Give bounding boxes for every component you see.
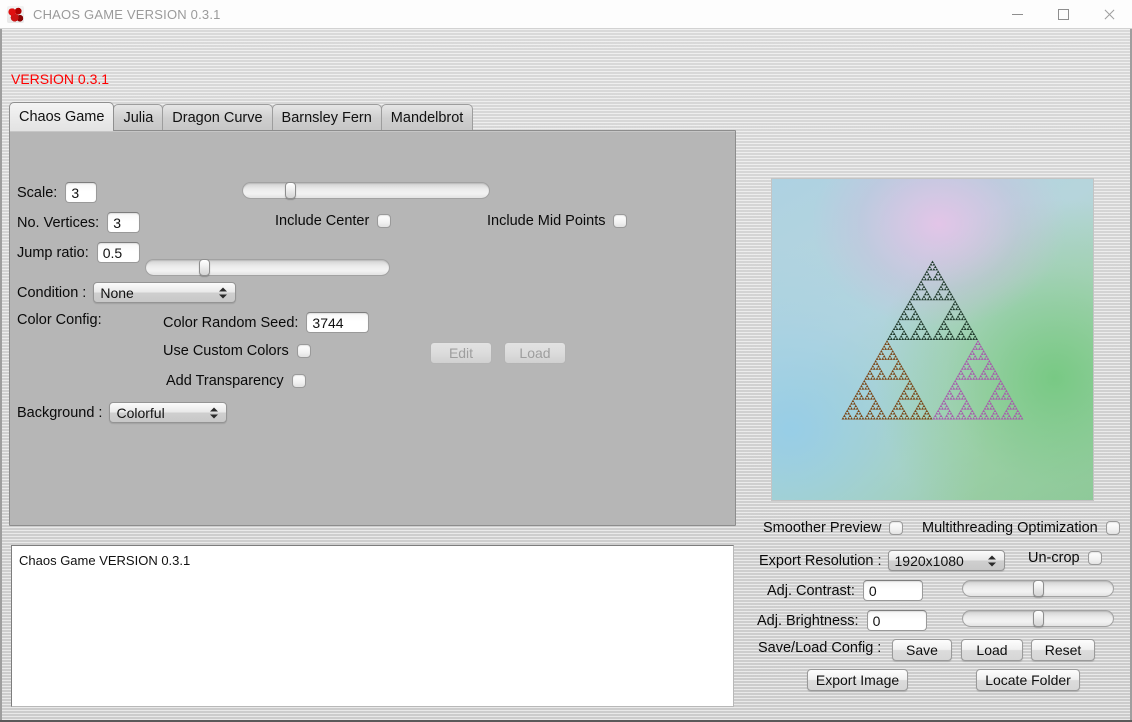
minimize-button[interactable] bbox=[994, 0, 1040, 29]
locate-folder-button[interactable]: Locate Folder bbox=[976, 669, 1080, 691]
contrast-slider-thumb[interactable] bbox=[1033, 580, 1044, 597]
multithreading-label: Multithreading Optimization bbox=[922, 520, 1098, 536]
multithreading-checkbox[interactable] bbox=[1106, 521, 1120, 535]
chevron-updown-icon bbox=[988, 554, 997, 567]
contrast-slider[interactable] bbox=[962, 580, 1114, 597]
maximize-icon bbox=[1058, 9, 1069, 20]
application-window: CHAOS GAME VERSION 0.3.1 VERSION 0.3.1 C… bbox=[0, 0, 1132, 722]
contrast-input[interactable]: 0 bbox=[863, 580, 923, 601]
save-button-label: Save bbox=[906, 642, 938, 658]
close-button[interactable] bbox=[1086, 0, 1132, 29]
multithreading-row[interactable]: Multithreading Optimization bbox=[922, 520, 1120, 536]
smoother-preview-row[interactable]: Smoother Preview bbox=[763, 520, 903, 536]
minimize-icon bbox=[1012, 14, 1023, 15]
maximize-button[interactable] bbox=[1040, 0, 1086, 29]
brightness-input[interactable]: 0 bbox=[867, 610, 927, 631]
export-resolution-value: 1920x1080 bbox=[895, 553, 964, 569]
reset-config-button[interactable]: Reset bbox=[1031, 639, 1095, 661]
save-config-button[interactable]: Save bbox=[892, 639, 952, 661]
smoother-preview-label: Smoother Preview bbox=[763, 520, 881, 536]
export-image-button-label: Export Image bbox=[816, 672, 899, 688]
smoother-preview-checkbox[interactable] bbox=[889, 521, 903, 535]
fractal-app-icon bbox=[7, 6, 24, 23]
export-image-button[interactable]: Export Image bbox=[807, 669, 908, 691]
export-resolution-row: Export Resolution : 1920x1080 bbox=[759, 550, 1005, 571]
tab-chaos-game[interactable]: Chaos Game bbox=[9, 102, 114, 131]
locate-folder-button-label: Locate Folder bbox=[985, 672, 1071, 688]
title-bar: CHAOS GAME VERSION 0.3.1 bbox=[0, 0, 1132, 29]
contrast-label: Adj. Contrast: bbox=[767, 583, 855, 599]
brightness-row: Adj. Brightness: 0 bbox=[757, 610, 927, 631]
load-config-button[interactable]: Load bbox=[961, 639, 1023, 661]
close-icon bbox=[1103, 9, 1115, 21]
save-load-config-row: Save/Load Config : bbox=[758, 640, 881, 656]
export-resolution-label: Export Resolution : bbox=[759, 553, 882, 569]
brightness-slider[interactable] bbox=[962, 610, 1114, 627]
reset-button-label: Reset bbox=[1045, 642, 1082, 658]
save-load-config-label: Save/Load Config : bbox=[758, 640, 881, 656]
window-content: VERSION 0.3.1 Chaos Game Julia Dragon Cu… bbox=[0, 29, 1132, 720]
uncrop-checkbox[interactable] bbox=[1088, 551, 1102, 565]
brightness-slider-thumb[interactable] bbox=[1033, 610, 1044, 627]
tab-label: Chaos Game bbox=[19, 109, 104, 125]
contrast-row: Adj. Contrast: 0 bbox=[767, 580, 923, 601]
load-button-label: Load bbox=[976, 642, 1007, 658]
uncrop-row[interactable]: Un-crop bbox=[1028, 550, 1102, 566]
brightness-label: Adj. Brightness: bbox=[757, 613, 859, 629]
export-controls-panel: Smoother Preview Multithreading Optimiza… bbox=[2, 29, 1130, 720]
uncrop-label: Un-crop bbox=[1028, 550, 1080, 566]
window-title: CHAOS GAME VERSION 0.3.1 bbox=[33, 7, 221, 22]
export-resolution-dropdown[interactable]: 1920x1080 bbox=[888, 550, 1005, 571]
